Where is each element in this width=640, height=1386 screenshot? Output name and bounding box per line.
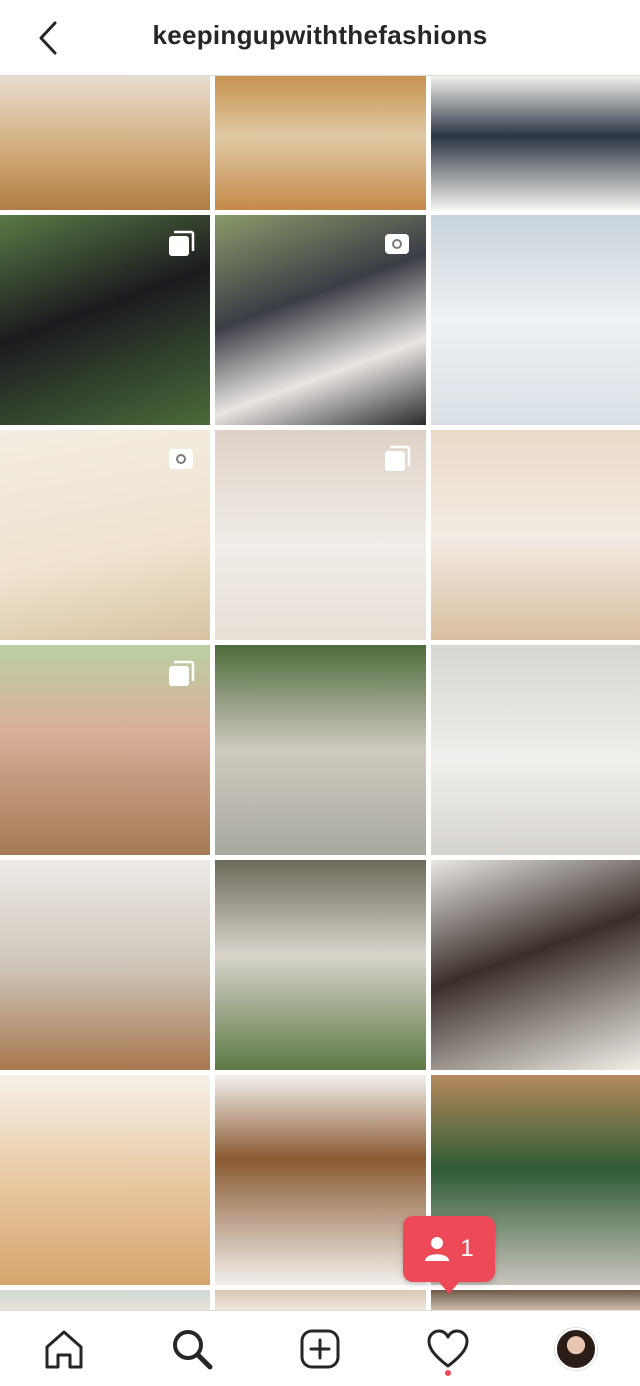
home-icon [45, 1330, 83, 1369]
profile-username: keepingupwiththefashions [152, 20, 488, 50]
heart-icon [427, 1329, 469, 1368]
post-thumbnail[interactable] [0, 430, 210, 640]
post-thumbnail[interactable] [215, 215, 426, 425]
post-thumbnail[interactable] [431, 645, 640, 855]
carousel-icon [166, 229, 196, 259]
post-thumbnail[interactable] [431, 76, 640, 210]
top-bar: keepingupwiththefashions [0, 0, 640, 76]
post-thumbnail[interactable] [0, 76, 210, 210]
video-icon [382, 229, 412, 259]
post-image [215, 1290, 426, 1310]
post-image [215, 860, 426, 1070]
post-image [431, 76, 640, 210]
post-image [431, 1290, 640, 1310]
new-post-icon [300, 1329, 340, 1369]
post-thumbnail[interactable] [215, 1075, 426, 1285]
post-thumbnail[interactable] [0, 645, 210, 855]
nav-new-post[interactable] [296, 1325, 344, 1373]
carousel-icon [166, 659, 196, 689]
post-thumbnail[interactable] [215, 1290, 426, 1310]
post-thumbnail[interactable] [431, 215, 640, 425]
post-image [431, 430, 640, 640]
post-image [215, 645, 426, 855]
nav-home[interactable] [40, 1325, 88, 1373]
post-thumbnail[interactable] [431, 860, 640, 1070]
post-image [0, 1290, 210, 1310]
post-thumbnail[interactable] [0, 860, 210, 1070]
post-image [0, 76, 210, 210]
post-thumbnail[interactable] [0, 1290, 210, 1310]
follower-count: 1 [460, 1235, 474, 1262]
posts-grid [0, 76, 640, 1310]
bottom-nav [0, 1310, 640, 1386]
carousel-icon [382, 444, 412, 474]
post-thumbnail[interactable] [215, 860, 426, 1070]
post-image [431, 860, 640, 1070]
search-icon [173, 1330, 213, 1370]
person-icon [425, 1237, 450, 1261]
post-thumbnail[interactable] [431, 430, 640, 640]
activity-dot [445, 1370, 451, 1376]
post-thumbnail[interactable] [215, 645, 426, 855]
post-thumbnail[interactable] [215, 430, 426, 640]
nav-profile[interactable] [552, 1325, 600, 1373]
post-image [431, 645, 640, 855]
nav-search[interactable] [168, 1325, 216, 1373]
nav-activity[interactable] [424, 1325, 472, 1373]
video-icon [166, 444, 196, 474]
post-image [431, 215, 640, 425]
post-thumbnail[interactable] [0, 1075, 210, 1285]
post-image [0, 860, 210, 1070]
post-thumbnail[interactable] [431, 1290, 640, 1310]
profile-avatar [555, 1328, 597, 1370]
post-thumbnail[interactable] [215, 76, 426, 210]
post-thumbnail[interactable] [0, 215, 210, 425]
notification-bubble[interactable]: 1 [403, 1216, 495, 1294]
post-image [215, 1075, 426, 1285]
post-image [0, 1075, 210, 1285]
post-image [215, 76, 426, 210]
